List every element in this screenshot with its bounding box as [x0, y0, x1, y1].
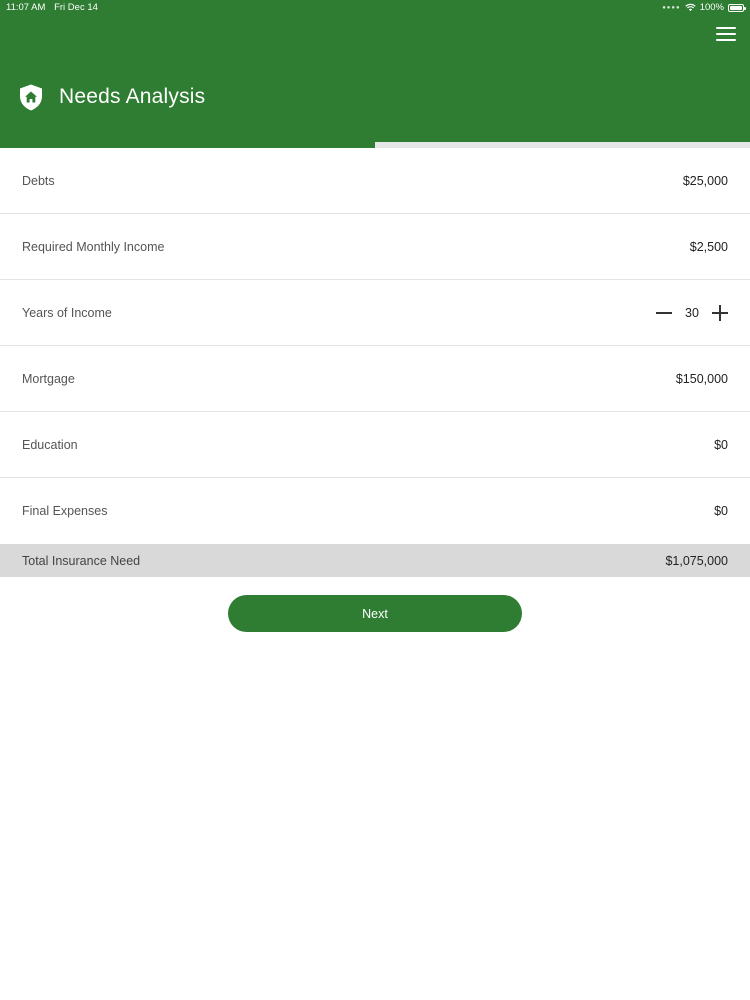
field-value[interactable]: $0 — [714, 504, 728, 518]
stepper-value: 30 — [685, 305, 699, 320]
field-row-years-of-income: Years of Income 30 — [0, 280, 750, 346]
next-button[interactable]: Next — [228, 595, 522, 632]
field-label: Years of Income — [22, 305, 112, 320]
total-label: Total Insurance Need — [22, 553, 141, 568]
years-stepper: 30 — [656, 304, 728, 321]
field-label: Required Monthly Income — [22, 239, 165, 254]
app-header: 11:07 AM Fri Dec 14 ●●●● 100% Needs Anal… — [0, 0, 750, 148]
minus-icon[interactable] — [656, 305, 672, 321]
page-title: Needs Analysis — [59, 85, 206, 108]
field-row-education[interactable]: Education $0 — [0, 412, 750, 478]
wifi-icon — [685, 3, 696, 12]
field-label: Education — [22, 437, 78, 452]
menu-line — [716, 27, 736, 29]
field-value[interactable]: $2,500 — [690, 240, 728, 254]
field-value[interactable]: $0 — [714, 438, 728, 452]
field-row-mortgage[interactable]: Mortgage $150,000 — [0, 346, 750, 412]
field-value[interactable]: $150,000 — [676, 372, 728, 386]
field-value[interactable]: $25,000 — [683, 174, 728, 188]
plus-icon[interactable] — [712, 304, 728, 321]
signal-dots-icon: ●●●● — [662, 4, 681, 11]
menu-line — [716, 33, 736, 35]
field-label: Mortgage — [22, 371, 75, 386]
status-indicators: ●●●● 100% — [662, 2, 746, 13]
status-bar: 11:07 AM Fri Dec 14 ●●●● 100% — [0, 0, 750, 16]
field-row-debts[interactable]: Debts $25,000 — [0, 148, 750, 214]
status-time: 11:07 AM — [6, 2, 46, 13]
field-label: Debts — [22, 173, 55, 188]
battery-icon — [728, 3, 746, 12]
status-time-date: 11:07 AM Fri Dec 14 — [6, 2, 98, 13]
menu-line — [716, 39, 736, 41]
total-value: $1,075,000 — [665, 553, 728, 568]
shield-home-icon — [20, 84, 42, 111]
status-date: Fri Dec 14 — [54, 2, 98, 13]
total-insurance-need-row: Total Insurance Need $1,075,000 — [0, 544, 750, 577]
battery-percent: 100% — [699, 2, 724, 13]
field-row-final-expenses[interactable]: Final Expenses $0 — [0, 478, 750, 544]
hamburger-menu-icon[interactable] — [716, 26, 736, 42]
field-row-required-monthly-income[interactable]: Required Monthly Income $2,500 — [0, 214, 750, 280]
battery-level — [730, 5, 742, 10]
field-label: Final Expenses — [22, 504, 108, 518]
needs-form: Debts $25,000 Required Monthly Income $2… — [0, 148, 750, 544]
